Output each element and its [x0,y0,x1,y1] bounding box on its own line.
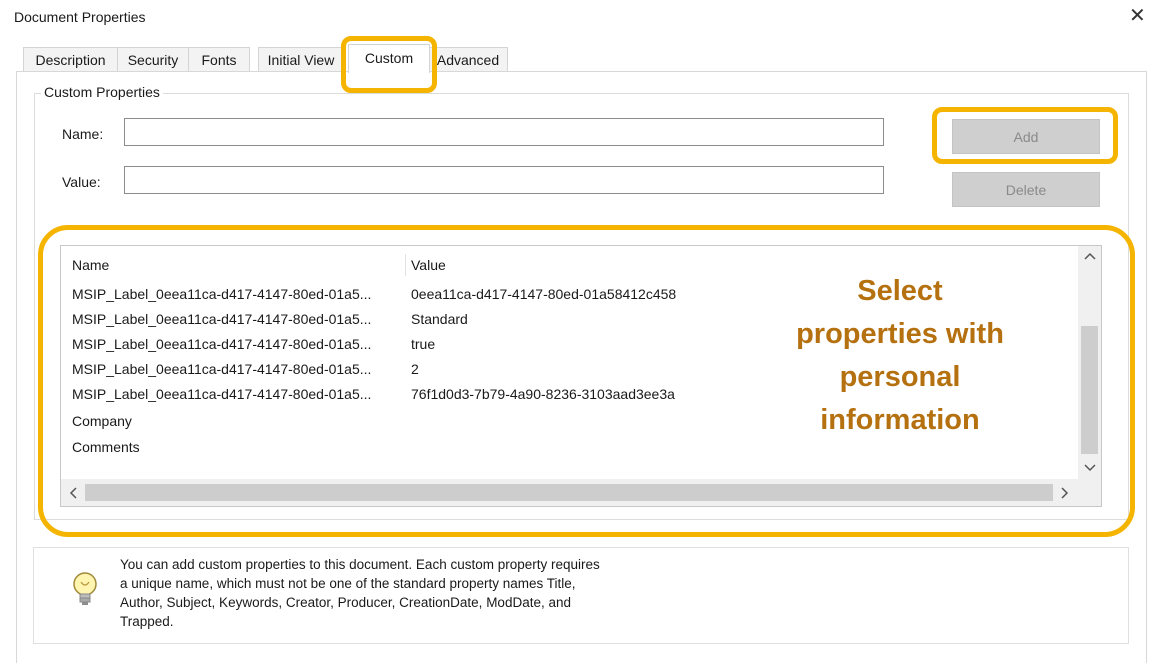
row-name: MSIP_Label_0eea11ca-d417-4147-80ed-01a5.… [72,311,372,327]
tab-advanced[interactable]: Advanced [428,47,508,72]
info-line: Trapped. [120,614,174,629]
tab-description[interactable]: Description [23,47,118,72]
row-name: MSIP_Label_0eea11ca-d417-4147-80ed-01a5.… [72,361,372,377]
horizontal-scroll-thumb[interactable] [85,484,1053,501]
table-row[interactable]: Comments [61,439,1061,465]
info-line: Author, Subject, Keywords, Creator, Prod… [120,595,571,610]
column-header-value[interactable]: Value [411,257,446,273]
value-label: Value: [62,174,101,190]
row-name: Company [72,413,132,429]
delete-button[interactable]: Delete [952,172,1100,207]
info-line: You can add custom properties to this do… [120,557,600,572]
scroll-left-icon[interactable] [69,487,77,499]
callout-line: Select [857,275,943,307]
column-divider[interactable] [405,254,406,276]
row-value: 0eea11ca-d417-4147-80ed-01a58412c458 [411,286,677,302]
info-line: a unique name, which must not be one of … [120,576,576,591]
scroll-right-icon[interactable] [1061,487,1069,499]
row-name: MSIP_Label_0eea11ca-d417-4147-80ed-01a5.… [72,286,372,302]
callout-line: information [820,404,980,436]
custom-properties-legend: Custom Properties [41,84,163,100]
row-value: 76f1d0d3-7b79-4a90-8236-3103aad3ee3a [411,386,675,402]
tab-fonts[interactable]: Fonts [188,47,250,72]
lightbulb-icon [73,572,97,605]
tab-custom[interactable]: Custom [348,44,430,73]
row-value: Standard [411,311,468,327]
column-header-name[interactable]: Name [72,257,109,273]
tab-security[interactable]: Security [117,47,189,72]
callout-line: properties with [796,318,1004,350]
name-input[interactable] [124,118,884,146]
row-value: 2 [411,361,419,377]
callout-text: Select properties with personal informat… [760,270,1040,442]
close-icon[interactable]: ✕ [1129,4,1146,28]
row-name: MSIP_Label_0eea11ca-d417-4147-80ed-01a5.… [72,336,372,352]
row-name: MSIP_Label_0eea11ca-d417-4147-80ed-01a5.… [72,386,372,402]
name-label: Name: [62,126,104,142]
value-input[interactable] [124,166,884,194]
callout-line: personal [839,361,961,393]
scroll-up-icon[interactable] [1084,252,1096,260]
info-text: You can add custom properties to this do… [120,555,720,631]
scroll-down-icon[interactable] [1084,464,1096,472]
row-value: true [411,336,436,352]
row-name: Comments [72,439,140,455]
window-title: Document Properties [14,9,146,25]
vertical-scroll-thumb[interactable] [1081,326,1098,454]
tab-initial-view[interactable]: Initial View [258,47,344,72]
add-button[interactable]: Add [952,119,1100,154]
